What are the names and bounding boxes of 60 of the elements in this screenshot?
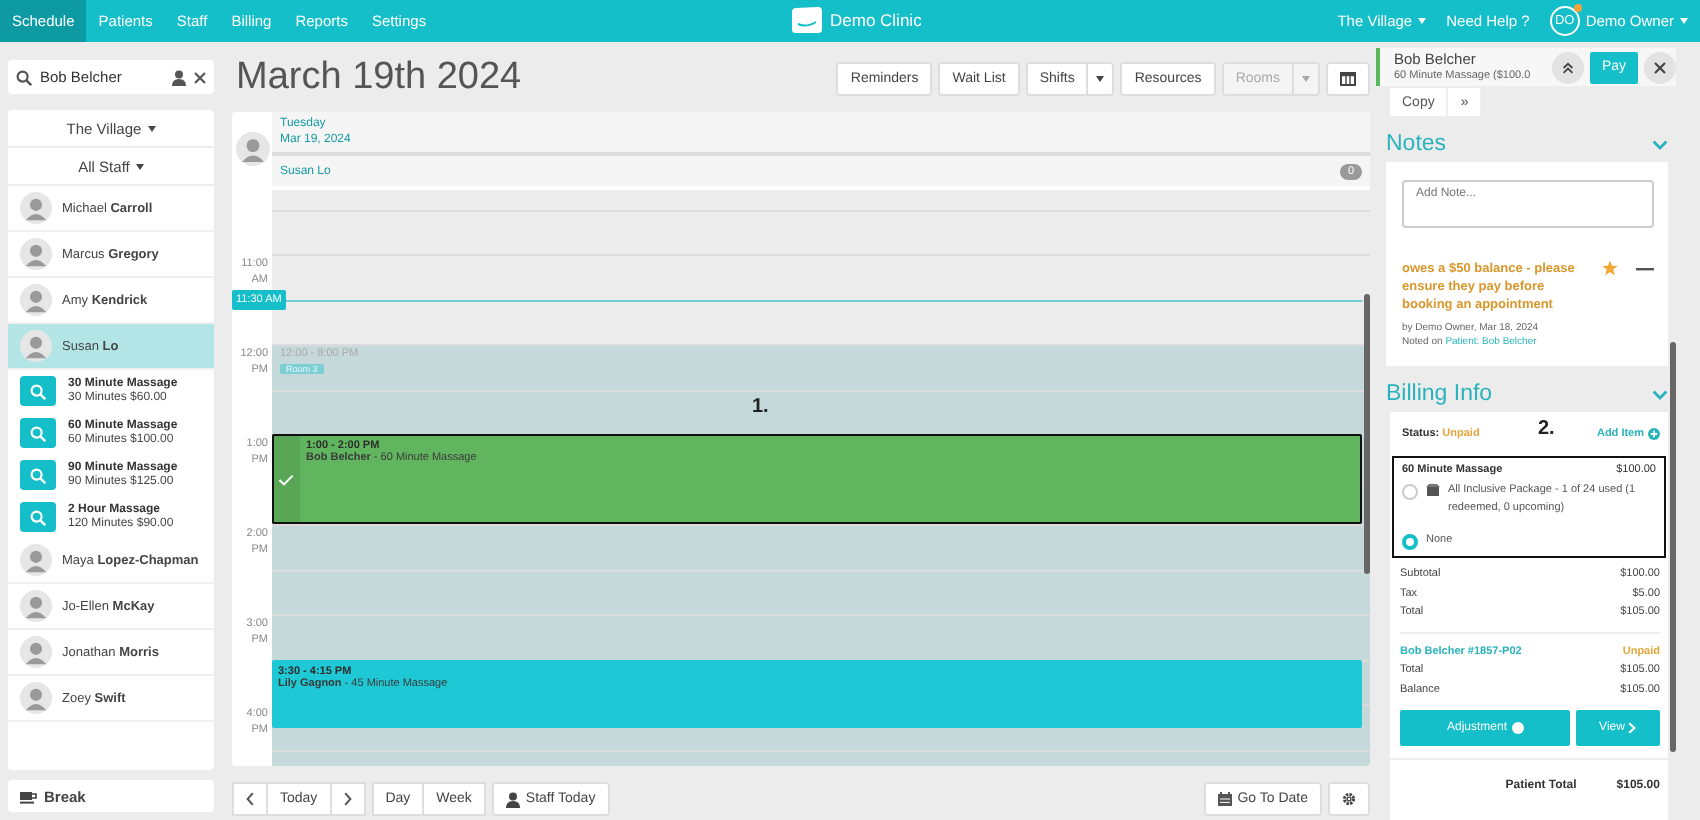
search-icon	[30, 467, 46, 483]
chevron-right-icon	[1628, 722, 1637, 734]
avatar	[20, 330, 52, 362]
settings-button[interactable]	[1328, 782, 1370, 816]
avatar	[20, 284, 52, 316]
caret-icon	[135, 163, 144, 169]
radio-button[interactable]	[1402, 534, 1418, 550]
person-icon	[172, 69, 186, 85]
avatar	[20, 192, 52, 224]
page-title: March 19th 2024	[236, 56, 522, 100]
clinic-logo-icon	[790, 6, 824, 34]
search-icon	[16, 69, 32, 85]
dropdown-button[interactable]	[1088, 61, 1115, 95]
chevron-left-icon	[246, 792, 254, 806]
search-icon	[30, 425, 46, 441]
avatar	[20, 682, 52, 714]
caret-icon	[1302, 75, 1310, 81]
person-icon	[505, 791, 520, 807]
avatar	[20, 636, 52, 668]
coffee-cup-icon	[20, 789, 38, 803]
annotation-label: 1.	[752, 396, 769, 418]
search-icon	[30, 383, 46, 399]
collapse-button[interactable]	[1551, 51, 1584, 83]
notification-dot	[1573, 4, 1582, 12]
calendar-icon	[1217, 792, 1232, 806]
plus-circle-icon	[1648, 428, 1660, 440]
chevron-right-icon	[343, 792, 352, 806]
section-title: Notes	[1386, 132, 1447, 156]
settings-icon	[1342, 792, 1356, 806]
caret-icon	[147, 125, 156, 131]
avatar	[20, 590, 52, 622]
search-button[interactable]	[20, 418, 56, 448]
plus-circle-icon	[1511, 722, 1523, 734]
scrollbar[interactable]	[1364, 294, 1370, 574]
search-button[interactable]	[20, 502, 56, 532]
chevron-down-icon[interactable]	[1652, 139, 1668, 149]
package-icon	[1426, 484, 1440, 496]
columns-button[interactable]	[1326, 61, 1370, 95]
search-button[interactable]	[20, 460, 56, 490]
search-button[interactable]	[20, 376, 56, 406]
caret-icon	[1680, 18, 1688, 24]
chevron-down-icon[interactable]	[1652, 389, 1668, 399]
next-button[interactable]	[331, 782, 366, 816]
avatar	[20, 544, 52, 576]
close-icon	[194, 71, 206, 83]
caret-icon	[1096, 75, 1105, 81]
columns-icon	[1340, 71, 1356, 85]
caret-icon	[1418, 18, 1427, 24]
previous-button[interactable]	[232, 782, 268, 816]
clinic-name: Demo Clinic	[830, 10, 922, 30]
more-icon[interactable]	[1636, 266, 1654, 272]
double-chevron-up-icon	[1561, 61, 1574, 73]
scrollbar[interactable]	[1670, 342, 1676, 752]
close-button[interactable]	[1644, 51, 1676, 83]
radio-button[interactable]	[1402, 484, 1418, 500]
avatar	[20, 238, 52, 270]
section-title: Billing Info	[1386, 382, 1493, 406]
close-icon	[1654, 61, 1666, 73]
search-icon	[30, 509, 46, 525]
annotation-label: 2.	[1538, 418, 1555, 440]
